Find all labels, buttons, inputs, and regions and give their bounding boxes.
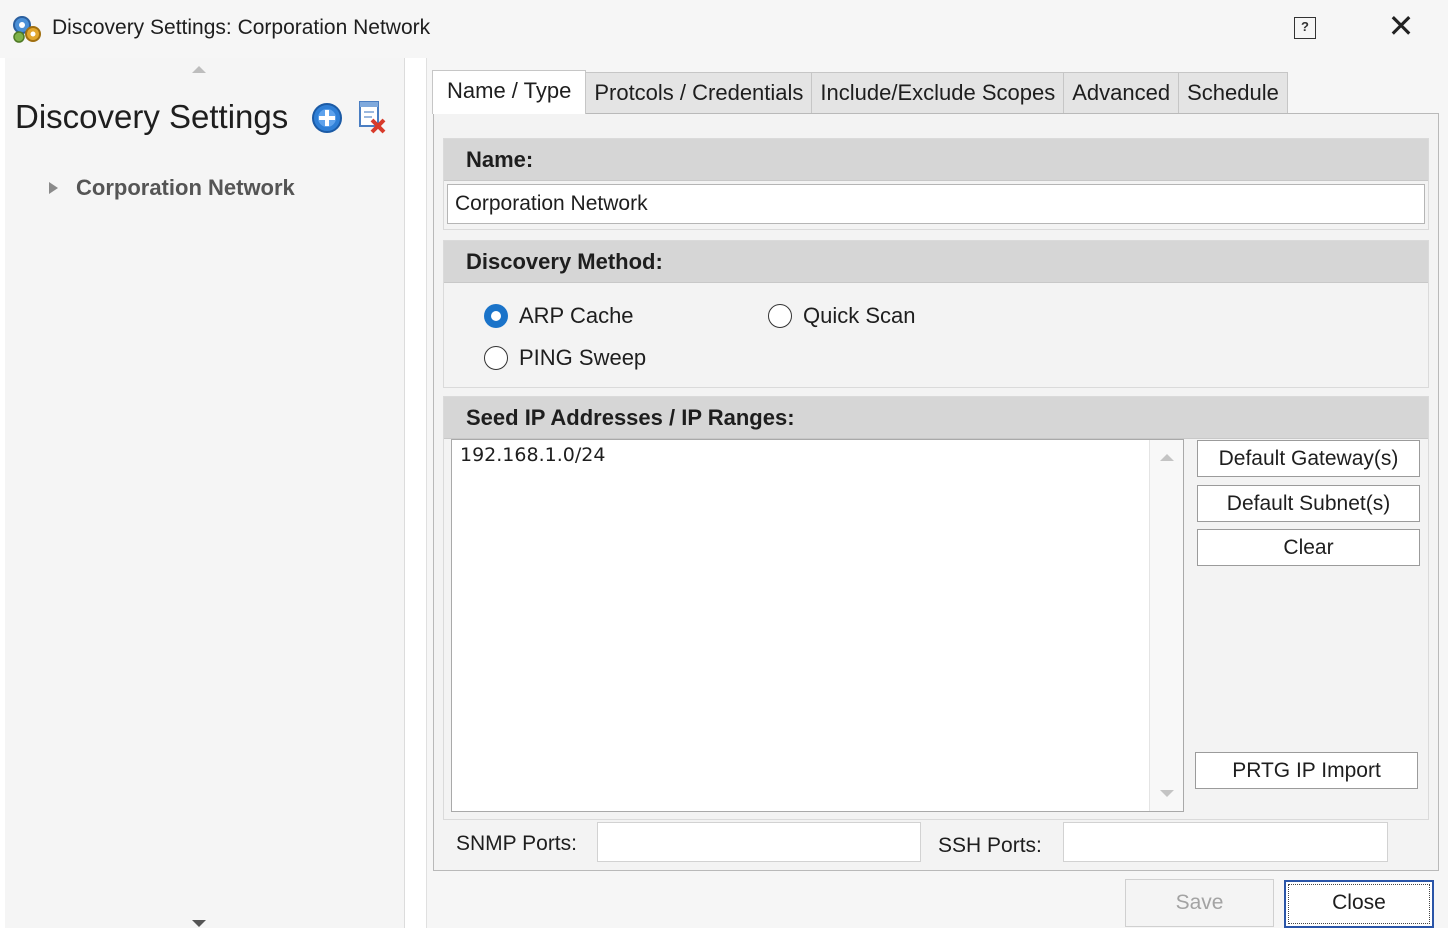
ssh-ports-label: SSH Ports:	[938, 834, 1042, 857]
seed-ip-textarea[interactable]: 192.168.1.0/24	[451, 439, 1184, 812]
expand-arrow-icon[interactable]	[49, 182, 58, 194]
radio-arp-cache[interactable]: ARP Cache	[484, 303, 634, 329]
seed-ip-value[interactable]: 192.168.1.0/24	[460, 444, 605, 466]
gears-icon	[13, 16, 41, 43]
scroll-down-icon[interactable]	[1160, 790, 1174, 797]
radio-unselected-icon[interactable]	[484, 346, 508, 370]
radio-ping-sweep[interactable]: PING Sweep	[484, 345, 646, 371]
prtg-ip-import-button[interactable]: PRTG IP Import	[1195, 752, 1418, 789]
scroll-up-icon[interactable]	[1160, 454, 1174, 461]
tab-name-type[interactable]: Name / Type	[432, 70, 587, 114]
radio-label: ARP Cache	[519, 303, 634, 328]
save-button[interactable]: Save	[1125, 879, 1274, 927]
name-header: Name:	[444, 139, 1428, 181]
name-input[interactable]: Corporation Network	[447, 184, 1425, 224]
discovery-method-header-label: Discovery Method:	[466, 249, 663, 274]
tab-schedule[interactable]: Schedule	[1178, 72, 1288, 114]
default-gateway-button[interactable]: Default Gateway(s)	[1197, 440, 1420, 477]
scroll-down-icon[interactable]	[192, 920, 206, 927]
close-window-icon[interactable]: ✕	[1384, 9, 1418, 43]
add-circle-icon[interactable]	[311, 102, 343, 134]
snmp-ports-input[interactable]	[597, 822, 921, 862]
close-button[interactable]: Close	[1284, 880, 1434, 928]
seed-ip-header: Seed IP Addresses / IP Ranges:	[444, 397, 1428, 439]
sidebar: Discovery Settings Corporation Network	[5, 58, 405, 928]
window-title: Discovery Settings: Corporation Network	[52, 16, 431, 39]
name-header-label: Name:	[466, 147, 534, 172]
tab-include-exclude-scopes[interactable]: Include/Exclude Scopes	[811, 72, 1065, 114]
scroll-up-icon[interactable]	[192, 66, 206, 73]
tree-item-corporation-network[interactable]: Corporation Network	[49, 173, 295, 203]
seed-ip-header-label: Seed IP Addresses / IP Ranges:	[466, 405, 795, 430]
clear-button[interactable]: Clear	[1197, 529, 1420, 566]
tree-item-label: Corporation Network	[76, 175, 295, 200]
tab-protocols-credentials[interactable]: Protcols / Credentials	[585, 72, 813, 114]
radio-selected-icon[interactable]	[484, 304, 508, 328]
sidebar-title: Discovery Settings	[15, 98, 289, 135]
snmp-ports-label: SNMP Ports:	[456, 832, 577, 855]
ssh-ports-input[interactable]	[1063, 822, 1388, 862]
help-icon[interactable]: ?	[1294, 17, 1316, 39]
radio-quick-scan[interactable]: Quick Scan	[768, 303, 916, 329]
default-subnet-button[interactable]: Default Subnet(s)	[1197, 485, 1420, 522]
radio-unselected-icon[interactable]	[768, 304, 792, 328]
discovery-method-header: Discovery Method:	[444, 241, 1428, 283]
delete-document-icon[interactable]	[357, 100, 387, 134]
title-bar: Discovery Settings: Corporation Network …	[0, 0, 1448, 58]
radio-label: PING Sweep	[519, 345, 647, 370]
radio-label: Quick Scan	[803, 303, 916, 328]
seed-ip-scrollbar[interactable]	[1149, 440, 1183, 811]
tab-strip: Name / Type Protcols / Credentials Inclu…	[432, 70, 1288, 114]
tab-advanced[interactable]: Advanced	[1063, 72, 1180, 114]
